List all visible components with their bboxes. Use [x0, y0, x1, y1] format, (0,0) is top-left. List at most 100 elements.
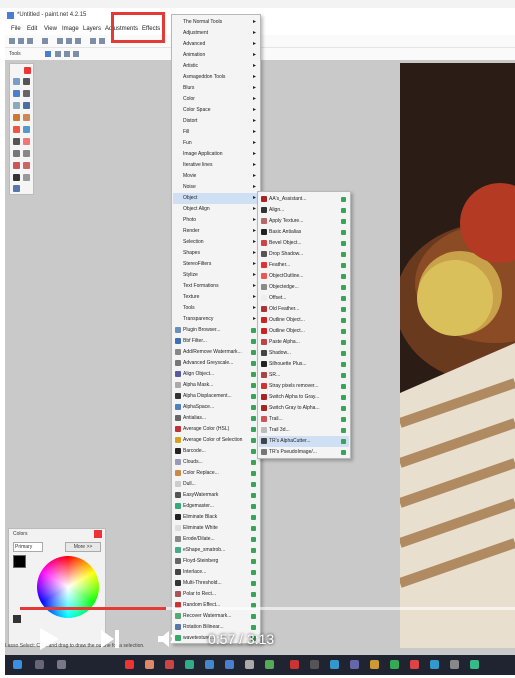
- save-icon[interactable]: [27, 38, 33, 44]
- menu-edit[interactable]: Edit: [27, 26, 37, 32]
- effects-menu-item[interactable]: Texture ▸: [173, 292, 259, 303]
- move-selection-icon[interactable]: [23, 90, 30, 97]
- search-icon[interactable]: [35, 660, 44, 669]
- effects-menu-item[interactable]: StereoFilters ▸: [173, 259, 259, 270]
- effects-menu-item[interactable]: Average Color of Selection: [173, 435, 259, 446]
- effects-menu-item[interactable]: Alpha Displacement...: [173, 391, 259, 402]
- copy-icon[interactable]: [66, 38, 72, 44]
- pencil-icon[interactable]: [13, 150, 20, 157]
- object-submenu-item[interactable]: SR...: [259, 370, 349, 381]
- effects-menu-item[interactable]: Advanced Greyscale...: [173, 358, 259, 369]
- paste-icon[interactable]: [75, 38, 81, 44]
- object-submenu-item[interactable]: ObjectOutline...: [259, 271, 349, 282]
- effects-menu-item[interactable]: Artistic ▸: [173, 61, 259, 72]
- taskbar-app-icon[interactable]: [290, 660, 299, 669]
- effects-menu-item[interactable]: Fun ▸: [173, 138, 259, 149]
- undo-icon[interactable]: [90, 38, 96, 44]
- object-submenu-item[interactable]: Silhouette Plus...: [259, 359, 349, 370]
- effects-menu-item[interactable]: Transparency ▸: [173, 314, 259, 325]
- effects-menu-item[interactable]: Iterative lines ▸: [173, 160, 259, 171]
- effects-menu-item[interactable]: Floyd-Steinberg: [173, 556, 259, 567]
- taskbar-app-icon[interactable]: [245, 660, 254, 669]
- effects-menu-item[interactable]: Multi-Threshold...: [173, 578, 259, 589]
- redo-icon[interactable]: [99, 38, 105, 44]
- menu-file[interactable]: File: [11, 26, 21, 32]
- effects-menu-item[interactable]: Object ▸: [173, 193, 259, 204]
- object-submenu-item[interactable]: AA's_Assistant...: [259, 194, 349, 205]
- effects-menu-item[interactable]: Distort ▸: [173, 116, 259, 127]
- effects-menu-item[interactable]: Add/Remove Watermark...: [173, 347, 259, 358]
- effects-menu-item[interactable]: Tools ▸: [173, 303, 259, 314]
- taskbar-app-icon[interactable]: [410, 660, 419, 669]
- effects-menu-item[interactable]: Movie ▸: [173, 171, 259, 182]
- selection-mode-icon[interactable]: [45, 51, 51, 57]
- primary-color-swatch[interactable]: [13, 555, 26, 568]
- effects-menu-item[interactable]: Color Space ▸: [173, 105, 259, 116]
- object-submenu-item[interactable]: Old Feather...: [259, 304, 349, 315]
- print-icon[interactable]: [42, 38, 48, 44]
- paint-bucket-icon[interactable]: [13, 126, 20, 133]
- effects-menu-item[interactable]: Clouds...: [173, 457, 259, 468]
- effects-menu-item[interactable]: Image Application ▸: [173, 149, 259, 160]
- effects-menu-item[interactable]: Eliminate White: [173, 523, 259, 534]
- effects-menu-item[interactable]: Interlace...: [173, 567, 259, 578]
- taskbar-app-icon[interactable]: [165, 660, 174, 669]
- object-submenu-item[interactable]: Objectedge...: [259, 282, 349, 293]
- object-submenu-item[interactable]: Shadow...: [259, 348, 349, 359]
- taskbar-app-icon[interactable]: [470, 660, 479, 669]
- effects-menu-item[interactable]: Color Replace...: [173, 468, 259, 479]
- object-submenu-item[interactable]: Bevel Object...: [259, 238, 349, 249]
- move-icon[interactable]: [23, 78, 30, 85]
- text-icon[interactable]: [13, 174, 20, 181]
- effects-menu-item[interactable]: Object Align ▸: [173, 204, 259, 215]
- effects-menu-item[interactable]: Polar to Rect...: [173, 589, 259, 600]
- effects-menu-item[interactable]: The Normal Tools ▸: [173, 17, 259, 28]
- paintbrush-icon[interactable]: [13, 138, 20, 145]
- object-submenu-item[interactable]: Drop Shadow...: [259, 249, 349, 260]
- effects-menu-item[interactable]: Color ▸: [173, 94, 259, 105]
- effects-menu-item[interactable]: EasyWatermark: [173, 490, 259, 501]
- taskbar-app-icon[interactable]: [125, 660, 134, 669]
- open-icon[interactable]: [18, 38, 24, 44]
- taskbar-app-icon[interactable]: [370, 660, 379, 669]
- magic-wand-icon[interactable]: [13, 114, 20, 121]
- taskbar-app-icon[interactable]: [310, 660, 319, 669]
- effects-menu-item[interactable]: Plugin Browser...: [173, 325, 259, 336]
- effects-menu-item[interactable]: Shapes ▸: [173, 248, 259, 259]
- ellipse-select-icon[interactable]: [13, 102, 20, 109]
- object-submenu-item[interactable]: Paste Alpha...: [259, 337, 349, 348]
- taskbar-app-icon[interactable]: [430, 660, 439, 669]
- recolor-icon[interactable]: [23, 162, 30, 169]
- object-submenu-item[interactable]: Feather...: [259, 260, 349, 271]
- exclude-icon[interactable]: [64, 51, 70, 57]
- taskbar-app-icon[interactable]: [450, 660, 459, 669]
- color-picker-icon[interactable]: [23, 150, 30, 157]
- clone-stamp-icon[interactable]: [13, 162, 20, 169]
- effects-menu-item[interactable]: Average Color (HSL): [173, 424, 259, 435]
- effects-menu-item[interactable]: Barcode...: [173, 446, 259, 457]
- object-submenu-item[interactable]: Trail 3d...: [259, 425, 349, 436]
- effects-menu-item[interactable]: Selection ▸: [173, 237, 259, 248]
- object-submenu-item[interactable]: TR's AlphaCutter...: [259, 436, 349, 447]
- start-icon[interactable]: [13, 660, 22, 669]
- effects-menu-item[interactable]: Asmageddon Tools ▸: [173, 72, 259, 83]
- taskbar-app-icon[interactable]: [330, 660, 339, 669]
- effects-menu-item[interactable]: AlphaSpace...: [173, 402, 259, 413]
- effects-menu-item[interactable]: Blurs ▸: [173, 83, 259, 94]
- next-icon[interactable]: [100, 629, 120, 649]
- effects-menu-item[interactable]: Eliminate Black: [173, 512, 259, 523]
- effects-menu-item[interactable]: Adjustment ▸: [173, 28, 259, 39]
- colors-close-icon[interactable]: [94, 530, 102, 538]
- line-curve-icon[interactable]: [23, 174, 30, 181]
- taskbar-app-icon[interactable]: [265, 660, 274, 669]
- object-submenu-item[interactable]: Offset...: [259, 293, 349, 304]
- pan-icon[interactable]: [23, 114, 30, 121]
- object-submenu-item[interactable]: Basic Antialias: [259, 227, 349, 238]
- taskbar-app-icon[interactable]: [350, 660, 359, 669]
- object-submenu-item[interactable]: Apply Texture...: [259, 216, 349, 227]
- effects-menu-item[interactable]: Alpha Mask...: [173, 380, 259, 391]
- object-submenu-item[interactable]: Switch Alpha to Gray...: [259, 392, 349, 403]
- effects-menu-item[interactable]: Animation ▸: [173, 50, 259, 61]
- effects-menu-item[interactable]: Antialias...: [173, 413, 259, 424]
- object-submenu-item[interactable]: Outline Object...: [259, 315, 349, 326]
